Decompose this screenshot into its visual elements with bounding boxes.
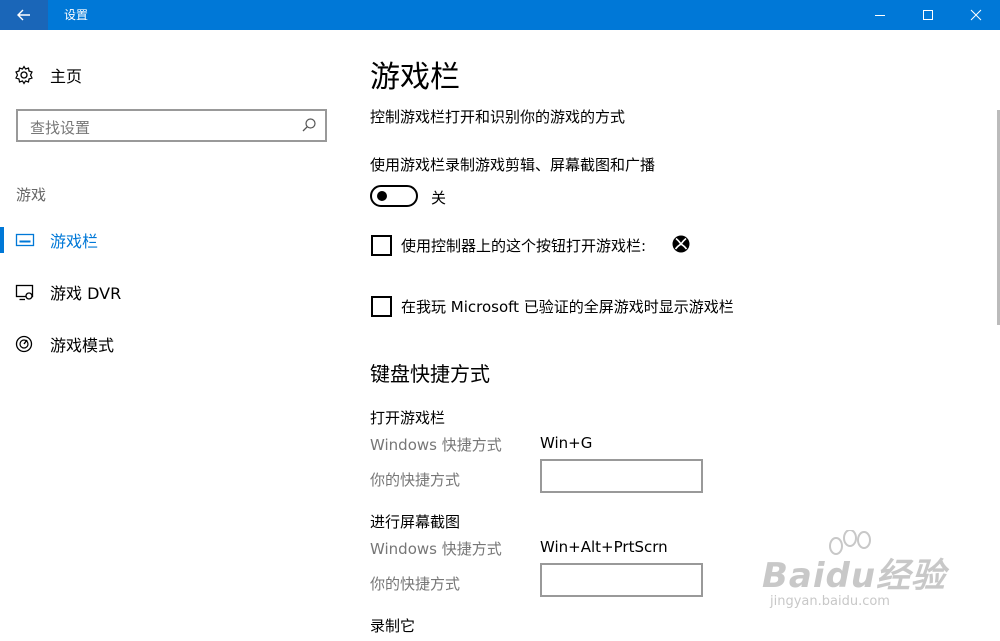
- fullscreen-checkbox-label: 在我玩 Microsoft 已验证的全屏游戏时显示游戏栏: [401, 298, 734, 316]
- custom-shortcut-label: 你的快捷方式: [370, 575, 461, 593]
- controller-checkbox-label: 使用控制器上的这个按钮打开游戏栏:: [401, 237, 647, 255]
- fullscreen-checkbox[interactable]: [371, 296, 392, 317]
- windows-shortcut-label: Windows 快捷方式: [370, 436, 502, 454]
- close-icon: [970, 9, 982, 21]
- gamemode-icon: [15, 335, 33, 353]
- search-input[interactable]: 查找设置: [16, 109, 327, 142]
- record-toggle[interactable]: [370, 185, 418, 207]
- windows-shortcut-value: Win+Alt+PrtScrn: [540, 538, 668, 556]
- custom-shortcut-input[interactable]: [540, 459, 703, 493]
- close-button[interactable]: [952, 0, 1000, 30]
- xbox-icon: [672, 235, 690, 253]
- search-placeholder: 查找设置: [30, 119, 91, 137]
- maximize-icon: [923, 10, 933, 20]
- gear-icon: [15, 65, 33, 85]
- minimize-icon: [875, 15, 885, 16]
- sidebar-item-label: 游戏 DVR: [50, 284, 122, 303]
- windows-shortcut-value: Win+G: [540, 434, 593, 452]
- page-description: 控制游戏栏打开和识别你的游戏的方式: [370, 108, 626, 126]
- shortcut-group-title: 打开游戏栏: [370, 409, 446, 427]
- sidebar-home[interactable]: 主页: [14, 64, 82, 86]
- toggle-knob: [377, 191, 387, 201]
- sidebar-section-label: 游戏: [16, 186, 47, 204]
- toggle-state-label: 关: [431, 189, 447, 207]
- dvr-icon: [15, 284, 34, 301]
- maximize-button[interactable]: [904, 0, 952, 30]
- watermark-text: Baidu经验: [762, 556, 947, 596]
- watermark-url: jingyan.baidu.com: [770, 594, 890, 609]
- gamebar-icon: [15, 233, 35, 247]
- minimize-button[interactable]: [856, 0, 904, 30]
- sidebar-home-label: 主页: [50, 67, 83, 86]
- active-indicator: [0, 227, 4, 253]
- custom-shortcut-input[interactable]: [540, 563, 703, 597]
- window-title: 设置: [64, 8, 89, 22]
- controller-checkbox[interactable]: [371, 235, 392, 256]
- shortcut-group-title: 录制它: [370, 617, 416, 635]
- sidebar-item-label: 游戏栏: [50, 232, 99, 251]
- back-arrow-icon: [17, 9, 30, 21]
- back-button[interactable]: [0, 0, 48, 30]
- title-bar: 设置: [0, 0, 1000, 30]
- keyboard-shortcuts-heading: 键盘快捷方式: [370, 362, 490, 386]
- shortcut-group-title: 进行屏幕截图: [370, 513, 461, 531]
- search-icon[interactable]: [301, 117, 317, 133]
- custom-shortcut-label: 你的快捷方式: [370, 471, 461, 489]
- sidebar-item-label: 游戏模式: [50, 336, 115, 355]
- windows-shortcut-label: Windows 快捷方式: [370, 540, 502, 558]
- record-toggle-label: 使用游戏栏录制游戏剪辑、屏幕截图和广播: [370, 156, 656, 174]
- page-title: 游戏栏: [370, 60, 460, 95]
